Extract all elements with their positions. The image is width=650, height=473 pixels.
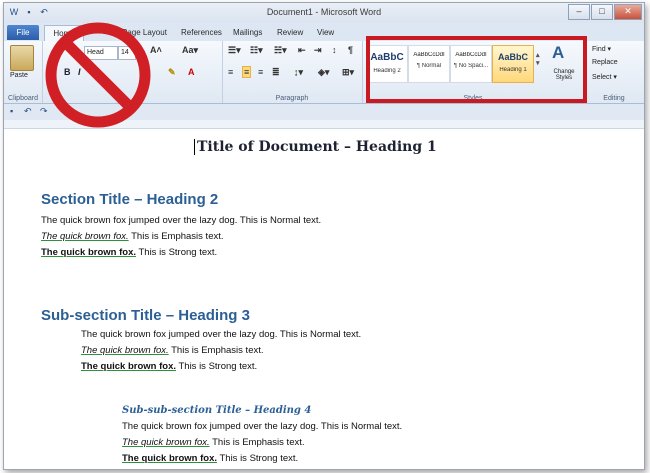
tab-review[interactable]: Review — [277, 25, 303, 40]
sort-icon[interactable]: ↕ — [332, 45, 337, 55]
window-title: Document1 - Microsoft Word — [266, 7, 382, 17]
normal-text: The quick brown fox jumped over the lazy… — [122, 421, 403, 432]
pilcrow-icon[interactable]: ¶ — [348, 45, 353, 55]
editing-group: Find ▾ Replace Select ▾ Editing — [584, 41, 644, 103]
increase-indent-icon[interactable]: ⇥ — [314, 45, 322, 56]
emphasis-tail: This is Emphasis text. — [128, 231, 224, 242]
font-color-icon[interactable]: A — [188, 67, 195, 77]
paste-label: Paste — [10, 72, 28, 79]
emphasis-tail: This is Emphasis text. — [168, 345, 264, 356]
clipboard-group: Paste Clipboard — [4, 41, 43, 103]
emphasis-text: The quick brown fox. — [41, 231, 129, 242]
minimize-button[interactable]: – — [568, 4, 590, 20]
prohibition-sign-icon — [45, 22, 151, 128]
strong-line: The quick brown fox. This is Strong text… — [81, 361, 257, 372]
emphasis-text: The quick brown fox. — [81, 345, 169, 356]
emphasis-line: The quick brown fox. This is Emphasis te… — [81, 345, 264, 356]
tab-mailings[interactable]: Mailings — [233, 25, 262, 40]
emphasis-line: The quick brown fox. This is Emphasis te… — [122, 437, 305, 448]
decrease-indent-icon[interactable]: ⇤ — [298, 45, 306, 56]
undo-icon[interactable]: ↶ — [24, 106, 32, 117]
heading-4: Sub-sub-section Title – Heading 4 — [122, 405, 312, 416]
maximize-button[interactable]: □ — [591, 4, 613, 20]
word-window: W ▪ ↶ Document1 - Microsoft Word – □ ✕ F… — [3, 2, 645, 470]
strong-line: The quick brown fox. This is Strong text… — [41, 247, 217, 258]
change-case-icon[interactable]: Aa▾ — [182, 45, 198, 56]
paragraph-group: ☰▾ ☷▾ ☵▾ ⇤ ⇥ ↕ ¶ ≡ ≡ ≡ ≣ ↨▾ ◈▾ ⊞▾ Paragr… — [222, 41, 363, 103]
borders-icon[interactable]: ⊞▾ — [342, 67, 354, 78]
emphasis-line: The quick brown fox. This is Emphasis te… — [41, 231, 224, 242]
strong-tail: This is Strong text. — [217, 453, 299, 464]
prohibition-slash — [62, 39, 134, 111]
heading-1: Title of Document – Heading 1 — [194, 139, 437, 155]
strong-line: The quick brown fox. This is Strong text… — [122, 453, 298, 464]
emphasis-text: The quick brown fox. — [122, 437, 210, 448]
save-icon[interactable]: ▪ — [10, 106, 13, 116]
clipboard-group-label: Clipboard — [8, 95, 38, 102]
strong-tail: This is Strong text. — [136, 247, 218, 258]
paste-button[interactable] — [10, 45, 34, 71]
strong-tail: This is Strong text. — [176, 361, 258, 372]
window-controls: – □ ✕ — [568, 4, 642, 20]
highlight-icon[interactable]: ✎ — [168, 67, 176, 78]
normal-text: The quick brown fox jumped over the lazy… — [41, 215, 322, 226]
align-right-icon[interactable]: ≡ — [258, 67, 263, 77]
tab-view[interactable]: View — [317, 25, 334, 40]
normal-text: The quick brown fox jumped over the lazy… — [81, 329, 362, 340]
align-center-icon[interactable]: ≡ — [242, 66, 252, 78]
find-button[interactable]: Find ▾ — [592, 45, 611, 53]
editing-group-label: Editing — [603, 95, 625, 102]
heading-3: Sub-section Title – Heading 3 — [41, 307, 250, 324]
close-button[interactable]: ✕ — [614, 4, 642, 20]
document-page[interactable]: Title of Document – Heading 1 Section Ti… — [4, 129, 644, 469]
strong-text: The quick brown fox. — [81, 361, 177, 372]
strong-text: The quick brown fox. — [122, 453, 218, 464]
styles-highlight-box — [366, 36, 587, 103]
tab-file[interactable]: File — [7, 25, 39, 40]
multilevel-list-icon[interactable]: ☵▾ — [274, 45, 287, 56]
tab-references[interactable]: References — [181, 25, 222, 40]
align-left-icon[interactable]: ≡ — [228, 67, 233, 77]
replace-button[interactable]: Replace — [592, 59, 618, 66]
numbering-icon[interactable]: ☷▾ — [250, 45, 263, 56]
heading-2: Section Title – Heading 2 — [41, 191, 219, 208]
shading-icon[interactable]: ◈▾ — [318, 67, 329, 78]
justify-icon[interactable]: ≣ — [272, 67, 280, 78]
strong-text: The quick brown fox. — [41, 247, 137, 258]
line-spacing-icon[interactable]: ↨▾ — [294, 67, 303, 78]
bullets-icon[interactable]: ☰▾ — [228, 45, 241, 56]
paragraph-group-label: Paragraph — [275, 95, 309, 102]
emphasis-tail: This is Emphasis text. — [209, 437, 305, 448]
select-button[interactable]: Select ▾ — [592, 73, 617, 81]
